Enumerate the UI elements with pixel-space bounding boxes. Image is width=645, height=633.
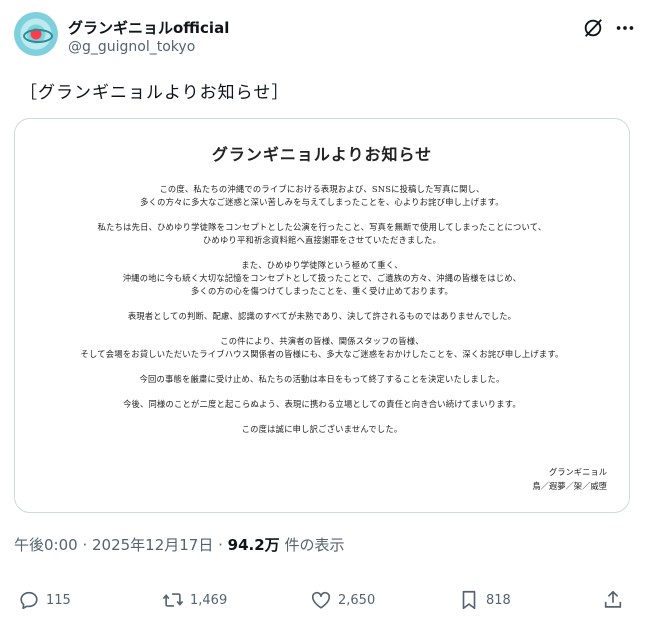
notice-paragraph: また、ひめゆり学徒隊という極めて重く、 沖縄の地に今も続く大切な記憶をコンセプト… [122,260,522,296]
tweet-image[interactable]: グランギニョルよりお知らせ この度、私たちの沖縄でのライブにおける表現および、S… [14,118,630,513]
signature-members: 鳥／遐夢／架／威堕 [532,481,607,491]
like-button[interactable]: 2,650 [310,588,375,612]
bookmark-icon [462,590,476,610]
timestamp[interactable]: 午後0:00 · 2025年12月17日 · [14,536,228,554]
reply-icon [20,591,38,610]
avatar[interactable] [14,12,58,56]
grok-icon[interactable] [582,17,604,39]
notice-paragraph: 今後、同様のことが二度と起こらぬよう、表現に携わる立場としての責任と向き合い続け… [123,399,521,409]
views-label: 件の表示 [279,536,345,554]
notice-paragraph: 今回の事態を厳粛に受け止め、私たちの活動は本日をもって終了することを決定いたしま… [139,374,505,384]
share-button[interactable] [602,588,624,612]
share-icon [604,590,622,608]
notice-paragraph: この度は誠に申し訳ございませんでした。 [241,424,403,434]
notice-body: この度、私たちの沖縄でのライブにおける表現および、SNSに投稿した写真に関し、 … [15,183,629,448]
tweet-header: グランギニョルofficial @g_guignol_tokyo [14,12,634,64]
notice-paragraph: 表現者としての判断、配慮、認識のすべてが未熟であり、決して許されるものではありま… [127,311,517,321]
tweet-text: ［グランギニョルよりお知らせ］ [20,83,290,103]
action-bar: 115 1,469 2,650 818 [14,588,631,612]
notice-title: グランギニョルよりお知らせ [211,145,433,164]
notice-paragraph: この度、私たちの沖縄でのライブにおける表現および、SNSに投稿した写真に関し、 … [140,184,504,207]
signature-name: グランギニョル [548,467,607,477]
tweet-meta: 午後0:00 · 2025年12月17日 · 94.2万 件の表示 [14,534,344,555]
bookmark-button[interactable]: 818 [458,588,511,612]
more-icon[interactable] [614,17,636,39]
notice-signature: グランギニョル 鳥／遐夢／架／威堕 [532,465,607,493]
bookmark-count: 818 [486,592,511,608]
like-count: 2,650 [338,592,376,608]
repost-count: 1,469 [190,592,228,608]
display-name[interactable]: グランギニョルofficial [68,17,229,38]
views-count: 94.2万 [227,536,280,554]
reply-button[interactable]: 115 [18,588,71,612]
notice-paragraph: この件により、共演者の皆様、関係スタッフの皆様、 そして会場をお貸しいただいたラ… [80,336,564,359]
reply-count: 115 [46,592,71,608]
repost-button[interactable]: 1,469 [162,588,227,612]
notice-paragraph: 私たちは先日、ひめゆり学徒隊をコンセプトとした公演を行ったこと、写真を無断で使用… [97,222,547,245]
repost-icon [162,593,184,607]
notice-document: グランギニョルよりお知らせ この度、私たちの沖縄でのライブにおける表現および、S… [15,119,629,512]
heart-icon [311,591,331,609]
handle[interactable]: @g_guignol_tokyo [68,39,195,55]
